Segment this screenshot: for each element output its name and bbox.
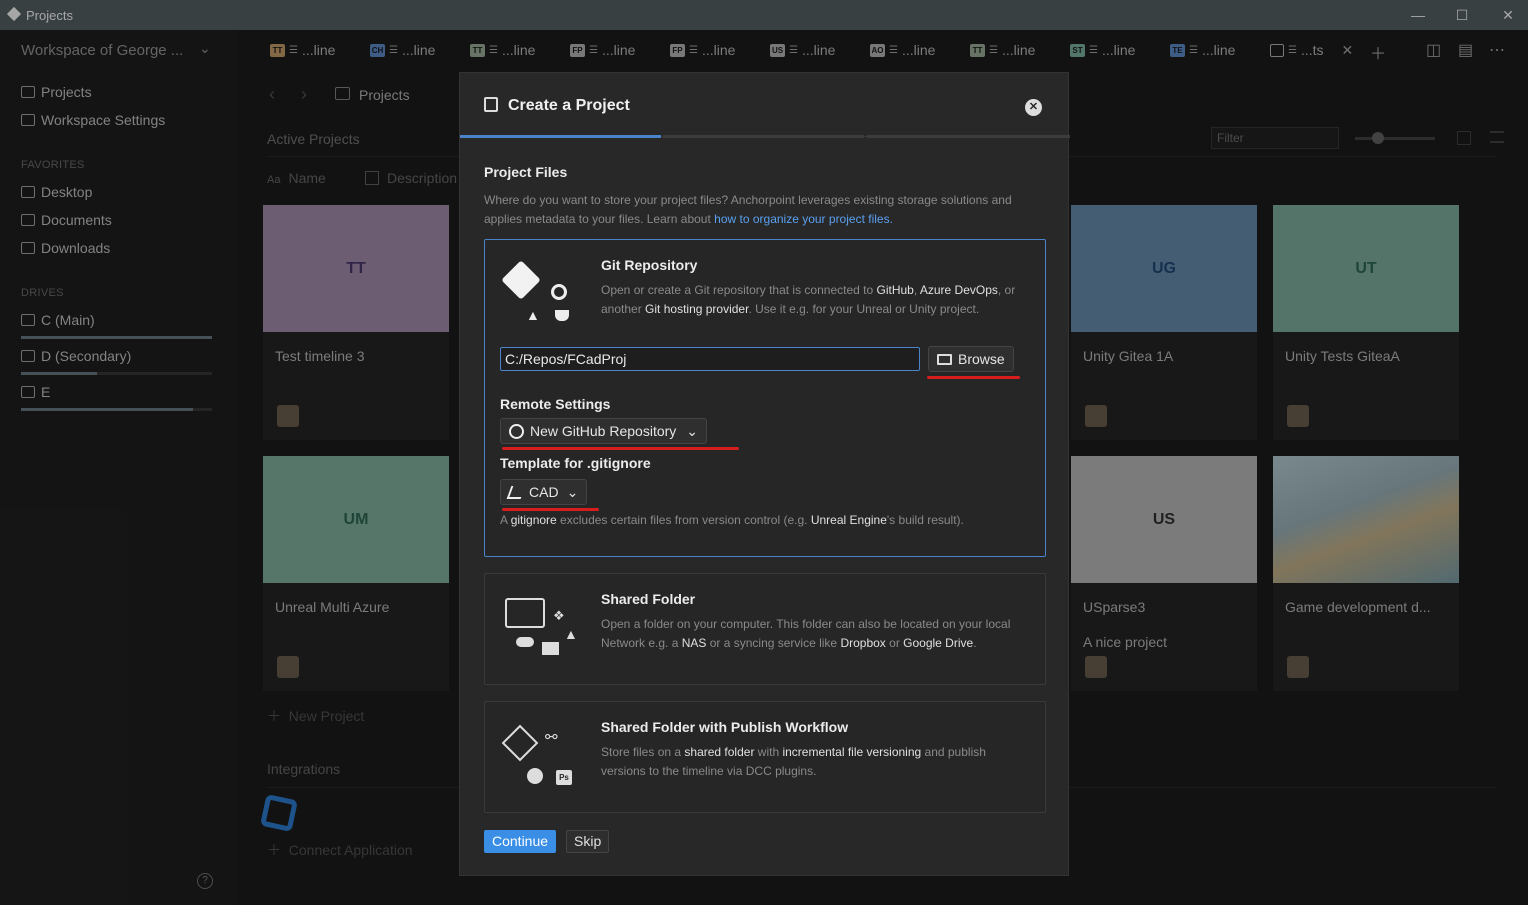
git-repository-description: Open or create a Git repository that is … — [601, 283, 1016, 316]
folder-icon — [937, 353, 952, 365]
blender-icon: ⚯ — [545, 729, 558, 746]
git-repository-title: Git Repository — [601, 257, 698, 273]
annotation-underline — [927, 376, 1020, 379]
repository-path-input[interactable] — [500, 347, 920, 371]
gitignore-note: A gitignore excludes certain files from … — [500, 513, 964, 527]
gitlab-icon — [555, 310, 569, 321]
close-icon[interactable]: ✕ — [1025, 99, 1042, 116]
remote-settings-label: Remote Settings — [500, 396, 611, 412]
cad-icon — [506, 485, 526, 499]
skip-button[interactable]: Skip — [566, 830, 610, 853]
shared-folder-title: Shared Folder — [601, 591, 696, 607]
shared-folder-description: Open a folder on your computer. This fol… — [601, 617, 1011, 650]
remote-settings-dropdown[interactable]: New GitHub Repository ⌄ — [500, 418, 708, 444]
git-repository-option[interactable]: ▲ Git Repository Open or create a Git re… — [484, 239, 1046, 557]
publish-workflow-description: Store files on a shared folder with incr… — [601, 745, 986, 778]
publish-workflow-title: Shared Folder with Publish Workflow — [601, 719, 849, 735]
chevron-down-icon: ⌄ — [686, 422, 699, 439]
step-indicator-active — [460, 135, 661, 138]
shared-folder-publish-option[interactable]: ⚯ Ps Shared Folder with Publish Workflow… — [484, 701, 1046, 813]
photoshop-icon: Ps — [556, 770, 572, 785]
section-title: Project Files — [484, 164, 568, 180]
git-icon — [501, 260, 541, 300]
continue-button[interactable]: Continue — [484, 830, 557, 853]
dropbox-icon: ❖ — [553, 608, 565, 623]
nas-icon — [542, 642, 559, 655]
folder-icon — [505, 598, 545, 628]
annotation-underline — [502, 447, 739, 450]
gitignore-template-dropdown[interactable]: CAD ⌄ — [500, 479, 588, 505]
organize-files-link[interactable]: how to organize your project files. — [714, 212, 893, 226]
step-indicator — [867, 135, 1070, 138]
cloud-icon — [516, 637, 534, 647]
maya-icon — [527, 768, 543, 784]
shared-folder-option[interactable]: ❖ ▲ Shared Folder Open a folder on your … — [484, 573, 1046, 685]
step-indicator — [663, 135, 864, 138]
github-icon — [551, 284, 567, 300]
create-project-icon — [484, 97, 498, 112]
3d-model-icon — [501, 724, 539, 762]
dialog-title: Create a Project — [508, 97, 630, 114]
chevron-down-icon: ⌄ — [566, 483, 579, 500]
intro-text: Where do you want to store your project … — [484, 193, 1012, 226]
gitignore-template-label: Template for .gitignore — [500, 455, 651, 471]
create-project-dialog: Create a Project ✕ Project Files Where d… — [459, 72, 1070, 876]
browse-button[interactable]: Browse — [928, 346, 1014, 372]
google-drive-icon: ▲ — [564, 626, 578, 642]
azure-icon: ▲ — [526, 307, 540, 323]
github-icon — [509, 423, 524, 439]
